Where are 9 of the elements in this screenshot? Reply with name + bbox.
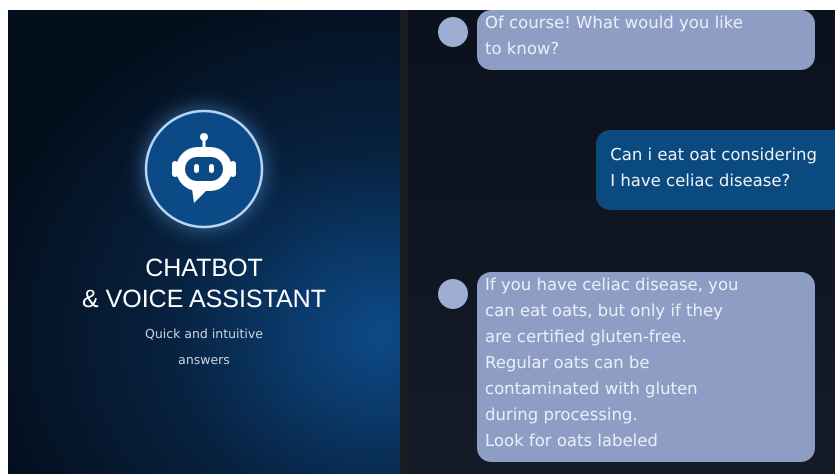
- app-title: CHATBOT: [145, 253, 263, 283]
- user-message: Can i eat oat considering I have celiac disease?: [596, 130, 835, 210]
- robot-chat-icon: [142, 107, 266, 231]
- avatar-icon: [438, 17, 468, 47]
- app-subtitle: & VOICE ASSISTANT: [82, 284, 326, 315]
- avatar-icon: [438, 279, 468, 309]
- app-tagline: Quick and intuitive answers: [145, 325, 263, 369]
- bot-message: Of course! What would you like to know?: [477, 10, 815, 70]
- bot-message: If you have celiac disease, you can eat oats, but only if they are certified gluten-free. Regular oats can be contaminated with gluten during processing. Look for oats labeled: [477, 272, 815, 462]
